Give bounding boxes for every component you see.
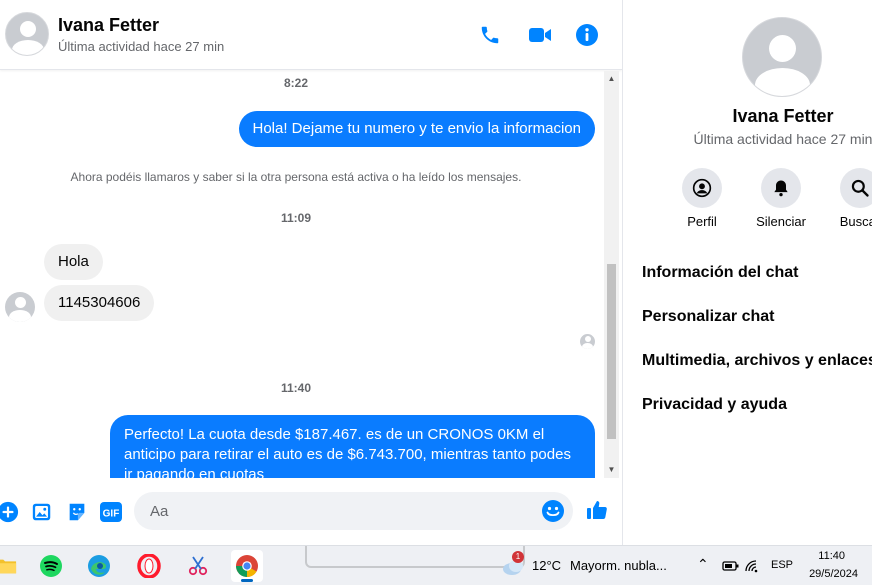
screen: Ivana Fetter Última actividad hace 27 mi… — [0, 0, 872, 585]
bell-icon[interactable] — [761, 168, 801, 208]
weather-description[interactable]: Mayorm. nubla... — [570, 558, 667, 573]
contact-avatar[interactable] — [5, 12, 49, 56]
system-notice: Ahora podéis llamaros y saber si la otra… — [70, 170, 522, 184]
weather-temp[interactable]: 12°C — [532, 558, 561, 573]
menu-privacy-help[interactable]: Privacidad y ayuda — [642, 396, 787, 414]
wifi-icon[interactable] — [737, 550, 769, 582]
search-action[interactable]: Buscar — [820, 168, 872, 229]
clock-time[interactable]: 11:40 — [800, 550, 845, 562]
info-contact-status: Última actividad hace 27 min — [693, 131, 872, 147]
outgoing-message[interactable]: Hola! Dejame tu numero y te envio la inf… — [238, 111, 595, 147]
search-label: Buscar — [839, 214, 872, 229]
info-panel: Ivana Fetter Última actividad hace 27 mi… — [622, 0, 872, 545]
chevron-up-icon[interactable]: ⌃ — [697, 556, 709, 573]
incoming-message[interactable]: 1145304606 — [44, 285, 155, 321]
scrollbar[interactable]: ▲ ▼ — [604, 71, 619, 478]
contact-status: Última actividad hace 27 min — [58, 39, 225, 54]
info-icon[interactable] — [574, 22, 600, 48]
gallery-icon[interactable] — [30, 500, 54, 524]
edge-icon[interactable] — [83, 550, 115, 582]
timestamp: 11:09 — [280, 211, 312, 225]
message-input[interactable] — [134, 492, 573, 530]
seen-avatar — [580, 334, 595, 349]
search-icon[interactable] — [840, 168, 872, 208]
snipping-tool-icon[interactable] — [182, 550, 214, 582]
chat-panel: Ivana Fetter Última actividad hace 27 mi… — [0, 0, 622, 545]
phone-icon[interactable] — [477, 22, 503, 48]
file-explorer-icon[interactable] — [0, 550, 22, 582]
composer: GIF — [0, 478, 622, 545]
timestamp: 8:22 — [283, 76, 309, 90]
sender-avatar — [5, 292, 35, 322]
profile-label: Perfil — [687, 214, 717, 229]
spotify-icon[interactable] — [35, 550, 67, 582]
chrome-icon[interactable] — [231, 550, 263, 582]
window-preview-edge — [305, 546, 525, 568]
chat-header: Ivana Fetter Última actividad hace 27 mi… — [0, 0, 622, 70]
message-list[interactable]: 8:22 Hola! Dejame tu numero y te envio l… — [0, 71, 604, 478]
menu-customize-chat[interactable]: Personalizar chat — [642, 308, 775, 326]
mute-action[interactable]: Silenciar — [741, 168, 821, 229]
incoming-message[interactable]: Hola — [44, 244, 103, 280]
emoji-icon[interactable] — [541, 499, 565, 523]
clock-date[interactable]: 29/5/2024 — [793, 568, 858, 580]
like-icon[interactable] — [585, 498, 609, 522]
sticker-icon[interactable] — [65, 500, 89, 524]
info-avatar[interactable] — [742, 17, 822, 97]
menu-media-files-links[interactable]: Multimedia, archivos y enlaces — [642, 352, 872, 370]
svg-text:GIF: GIF — [103, 509, 120, 520]
scroll-thumb[interactable] — [607, 264, 616, 439]
opera-icon[interactable] — [133, 550, 165, 582]
mute-label: Silenciar — [756, 214, 806, 229]
gif-icon[interactable]: GIF — [99, 500, 123, 524]
scroll-down-arrow[interactable]: ▼ — [604, 464, 619, 476]
weather-badge: 1 — [512, 551, 524, 563]
language-indicator[interactable]: ESP — [771, 559, 793, 571]
outgoing-message[interactable]: Perfecto! La cuota desde $187.467. es de… — [110, 415, 595, 478]
info-contact-name: Ivana Fetter — [732, 106, 834, 126]
profile-icon[interactable] — [682, 168, 722, 208]
taskbar: 1 12°C Mayorm. nubla... ⌃ ESP 11:40 29/5… — [0, 545, 872, 585]
contact-name[interactable]: Ivana Fetter — [58, 15, 159, 36]
menu-chat-info[interactable]: Información del chat — [642, 264, 798, 282]
video-call-icon[interactable] — [527, 22, 553, 48]
timestamp: 11:40 — [280, 381, 312, 395]
profile-action[interactable]: Perfil — [662, 168, 742, 229]
scroll-up-arrow[interactable]: ▲ — [604, 73, 619, 85]
plus-icon[interactable] — [0, 500, 20, 524]
